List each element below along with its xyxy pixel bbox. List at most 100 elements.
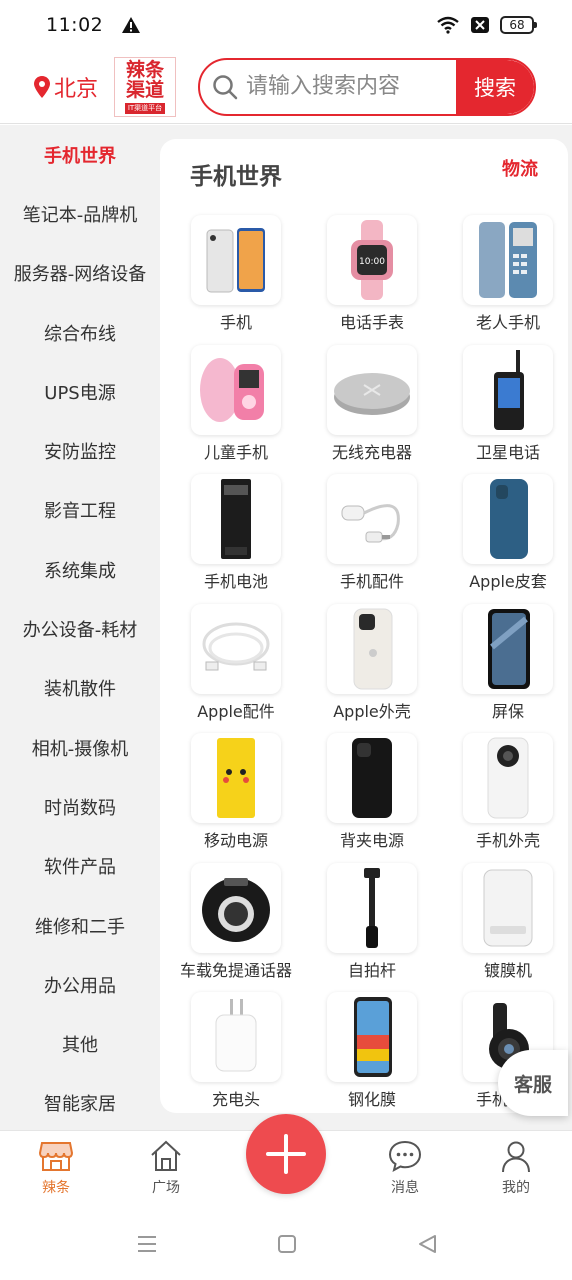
subcategory-item[interactable]: 背夹电源 (304, 733, 440, 863)
sidebar-item-software[interactable]: 软件产品 (0, 837, 160, 896)
sidebar-item-other[interactable]: 其他 (0, 1014, 160, 1073)
sidebar-item-phone-world[interactable]: 手机世界 (0, 125, 160, 184)
sidebar-item-office-supplies[interactable]: 办公用品 (0, 955, 160, 1014)
subcategory-item[interactable]: Apple配件 (168, 603, 304, 734)
logistics-link[interactable]: 物流 (502, 155, 538, 181)
svg-text:10:00: 10:00 (359, 257, 385, 267)
subcategory-label: 手机 (219, 313, 252, 332)
subcategory-item[interactable]: Apple皮套 (440, 474, 572, 604)
plus-icon (266, 1134, 306, 1174)
subcategory-label: 车载免提通话器 (179, 960, 292, 980)
subcategory-item[interactable]: 车载免提通话器 (168, 862, 304, 993)
subcategory-label: 儿童手机 (203, 442, 268, 462)
car-speakerphone-icon (191, 862, 281, 953)
nav-square[interactable]: 广场 (126, 1139, 206, 1197)
leather-case-icon (463, 474, 553, 564)
coating-machine-icon (463, 862, 553, 953)
subcategory-label: 充电头 (211, 1090, 260, 1109)
subcategory-label: 自拍杆 (347, 960, 396, 980)
wifi-icon (437, 16, 459, 34)
subcategory-item[interactable]: 儿童手机 (168, 344, 304, 475)
nav-home-label: 辣条 (42, 1180, 70, 1196)
subcategory-label: 背夹电源 (339, 831, 404, 850)
location-selector[interactable]: 北京 (34, 71, 98, 103)
home-square-icon[interactable] (275, 1232, 299, 1256)
nav-home[interactable]: 辣条 (16, 1139, 96, 1197)
sidebar-item-integration[interactable]: 系统集成 (0, 540, 160, 599)
sidebar-item-cabling[interactable]: 综合布线 (0, 303, 160, 362)
nav-mine[interactable]: 我的 (476, 1139, 556, 1197)
subcategory-item[interactable]: 无线充电器 (304, 344, 440, 475)
adapter-icon (327, 474, 417, 564)
warning-icon (122, 17, 141, 33)
cable-icon (191, 603, 281, 694)
charger-head-icon (191, 992, 281, 1082)
subcategory-label: Apple配件 (197, 701, 275, 721)
app-screen: 11:02 68 北京 辣条渠道 IT渠道平台 请输入搜索内容 搜索 手机世界 … (0, 0, 572, 1280)
subcategory-label: 手机配件 (339, 572, 404, 591)
screen-protector-icon (463, 603, 553, 694)
subcategory-item[interactable]: 手机 (168, 215, 304, 345)
subcategory-item[interactable]: 自拍杆 (304, 862, 440, 993)
back-icon[interactable] (415, 1232, 439, 1256)
battery-indicator: 68 (500, 16, 537, 34)
nav-mine-label: 我的 (502, 1180, 530, 1196)
subcategory-label: 卫星电话 (475, 442, 540, 462)
sidebar-item-digital[interactable]: 时尚数码 (0, 777, 160, 836)
customer-service-button[interactable]: 客服 (498, 1050, 568, 1116)
sidebar-item-camera[interactable]: 相机-摄像机 (0, 718, 160, 777)
sidebar-item-smart-home[interactable]: 智能家居 (0, 1074, 160, 1133)
sidebar-item-pc-parts[interactable]: 装机散件 (0, 659, 160, 718)
subcategory-item[interactable]: 10:00 电话手表 (304, 215, 440, 345)
subcategory-item[interactable]: 钢化膜 (304, 992, 440, 1122)
header: 北京 辣条渠道 IT渠道平台 搜索 (0, 50, 572, 124)
subcategory-item[interactable]: 手机外壳 (440, 733, 572, 863)
subcategory-item[interactable]: 卫星电话 (440, 344, 572, 475)
subcategory-label: 移动电源 (203, 831, 268, 850)
subcategory-item[interactable]: 手机电池 (168, 474, 304, 604)
subcategory-label: 老人手机 (475, 313, 540, 332)
battery-case-icon (327, 733, 417, 823)
menu-icon[interactable] (135, 1232, 159, 1256)
nav-messages[interactable]: 消息 (365, 1139, 445, 1197)
subcategory-item[interactable]: Apple外壳 (304, 603, 440, 734)
category-sidebar: 手机世界 笔记本-品牌机 服务器-网络设备 综合布线 UPS电源 安防监控 影音… (0, 125, 160, 1130)
sidebar-item-security[interactable]: 安防监控 (0, 421, 160, 480)
subcategory-label: Apple外壳 (333, 701, 411, 721)
sidebar-item-ups[interactable]: UPS电源 (0, 362, 160, 421)
subcategory-grid: 手机 10:00 电话手表 老人手机 儿童手机 无线充电器 卫星电话 手机电池 … (168, 215, 572, 1122)
kids-watch-icon: 10:00 (327, 215, 417, 305)
store-icon (38, 1142, 74, 1171)
location-pin-icon (34, 75, 50, 98)
subcategory-label: 电话手表 (339, 313, 404, 332)
sidebar-item-repair[interactable]: 维修和二手 (0, 896, 160, 955)
search-input[interactable] (238, 74, 457, 99)
system-nav-bar (0, 1212, 572, 1280)
sidebar-item-office-equipment[interactable]: 办公设备-耗材 (0, 599, 160, 658)
subcategory-item[interactable]: 镀膜机 (440, 862, 572, 993)
subcategory-item[interactable]: 老人手机 (440, 215, 572, 345)
category-panel: 手机世界 物流 手机 10:00 电话手表 老人手机 儿童手机 无线充电器 卫星… (160, 139, 568, 1113)
sidebar-item-server-network[interactable]: 服务器-网络设备 (0, 244, 160, 303)
user-icon (502, 1141, 530, 1173)
publish-button[interactable] (246, 1114, 326, 1194)
search-button[interactable]: 搜索 (456, 59, 535, 114)
search-bar: 搜索 (198, 57, 537, 116)
subcategory-label: 手机外壳 (475, 831, 540, 850)
search-icon (213, 74, 238, 99)
subcategory-label: Apple皮套 (469, 572, 547, 591)
smartphone-icon (191, 215, 281, 305)
home-icon (151, 1140, 181, 1171)
logo-text: 辣条渠道 (126, 58, 165, 101)
subcategory-item[interactable]: 充电头 (168, 992, 304, 1122)
subcategory-item[interactable]: 手机配件 (304, 474, 440, 604)
battery-level: 68 (509, 18, 525, 32)
wireless-charger-icon (327, 344, 417, 435)
subcategory-item[interactable]: 移动电源 (168, 733, 304, 863)
subcategory-item[interactable]: 屏保 (440, 603, 572, 734)
status-indicators: 68 (436, 16, 537, 34)
kids-phone-icon (191, 344, 281, 435)
tempered-glass-icon (327, 992, 417, 1082)
sidebar-item-laptop[interactable]: 笔记本-品牌机 (0, 184, 160, 243)
sidebar-item-av[interactable]: 影音工程 (0, 481, 160, 540)
